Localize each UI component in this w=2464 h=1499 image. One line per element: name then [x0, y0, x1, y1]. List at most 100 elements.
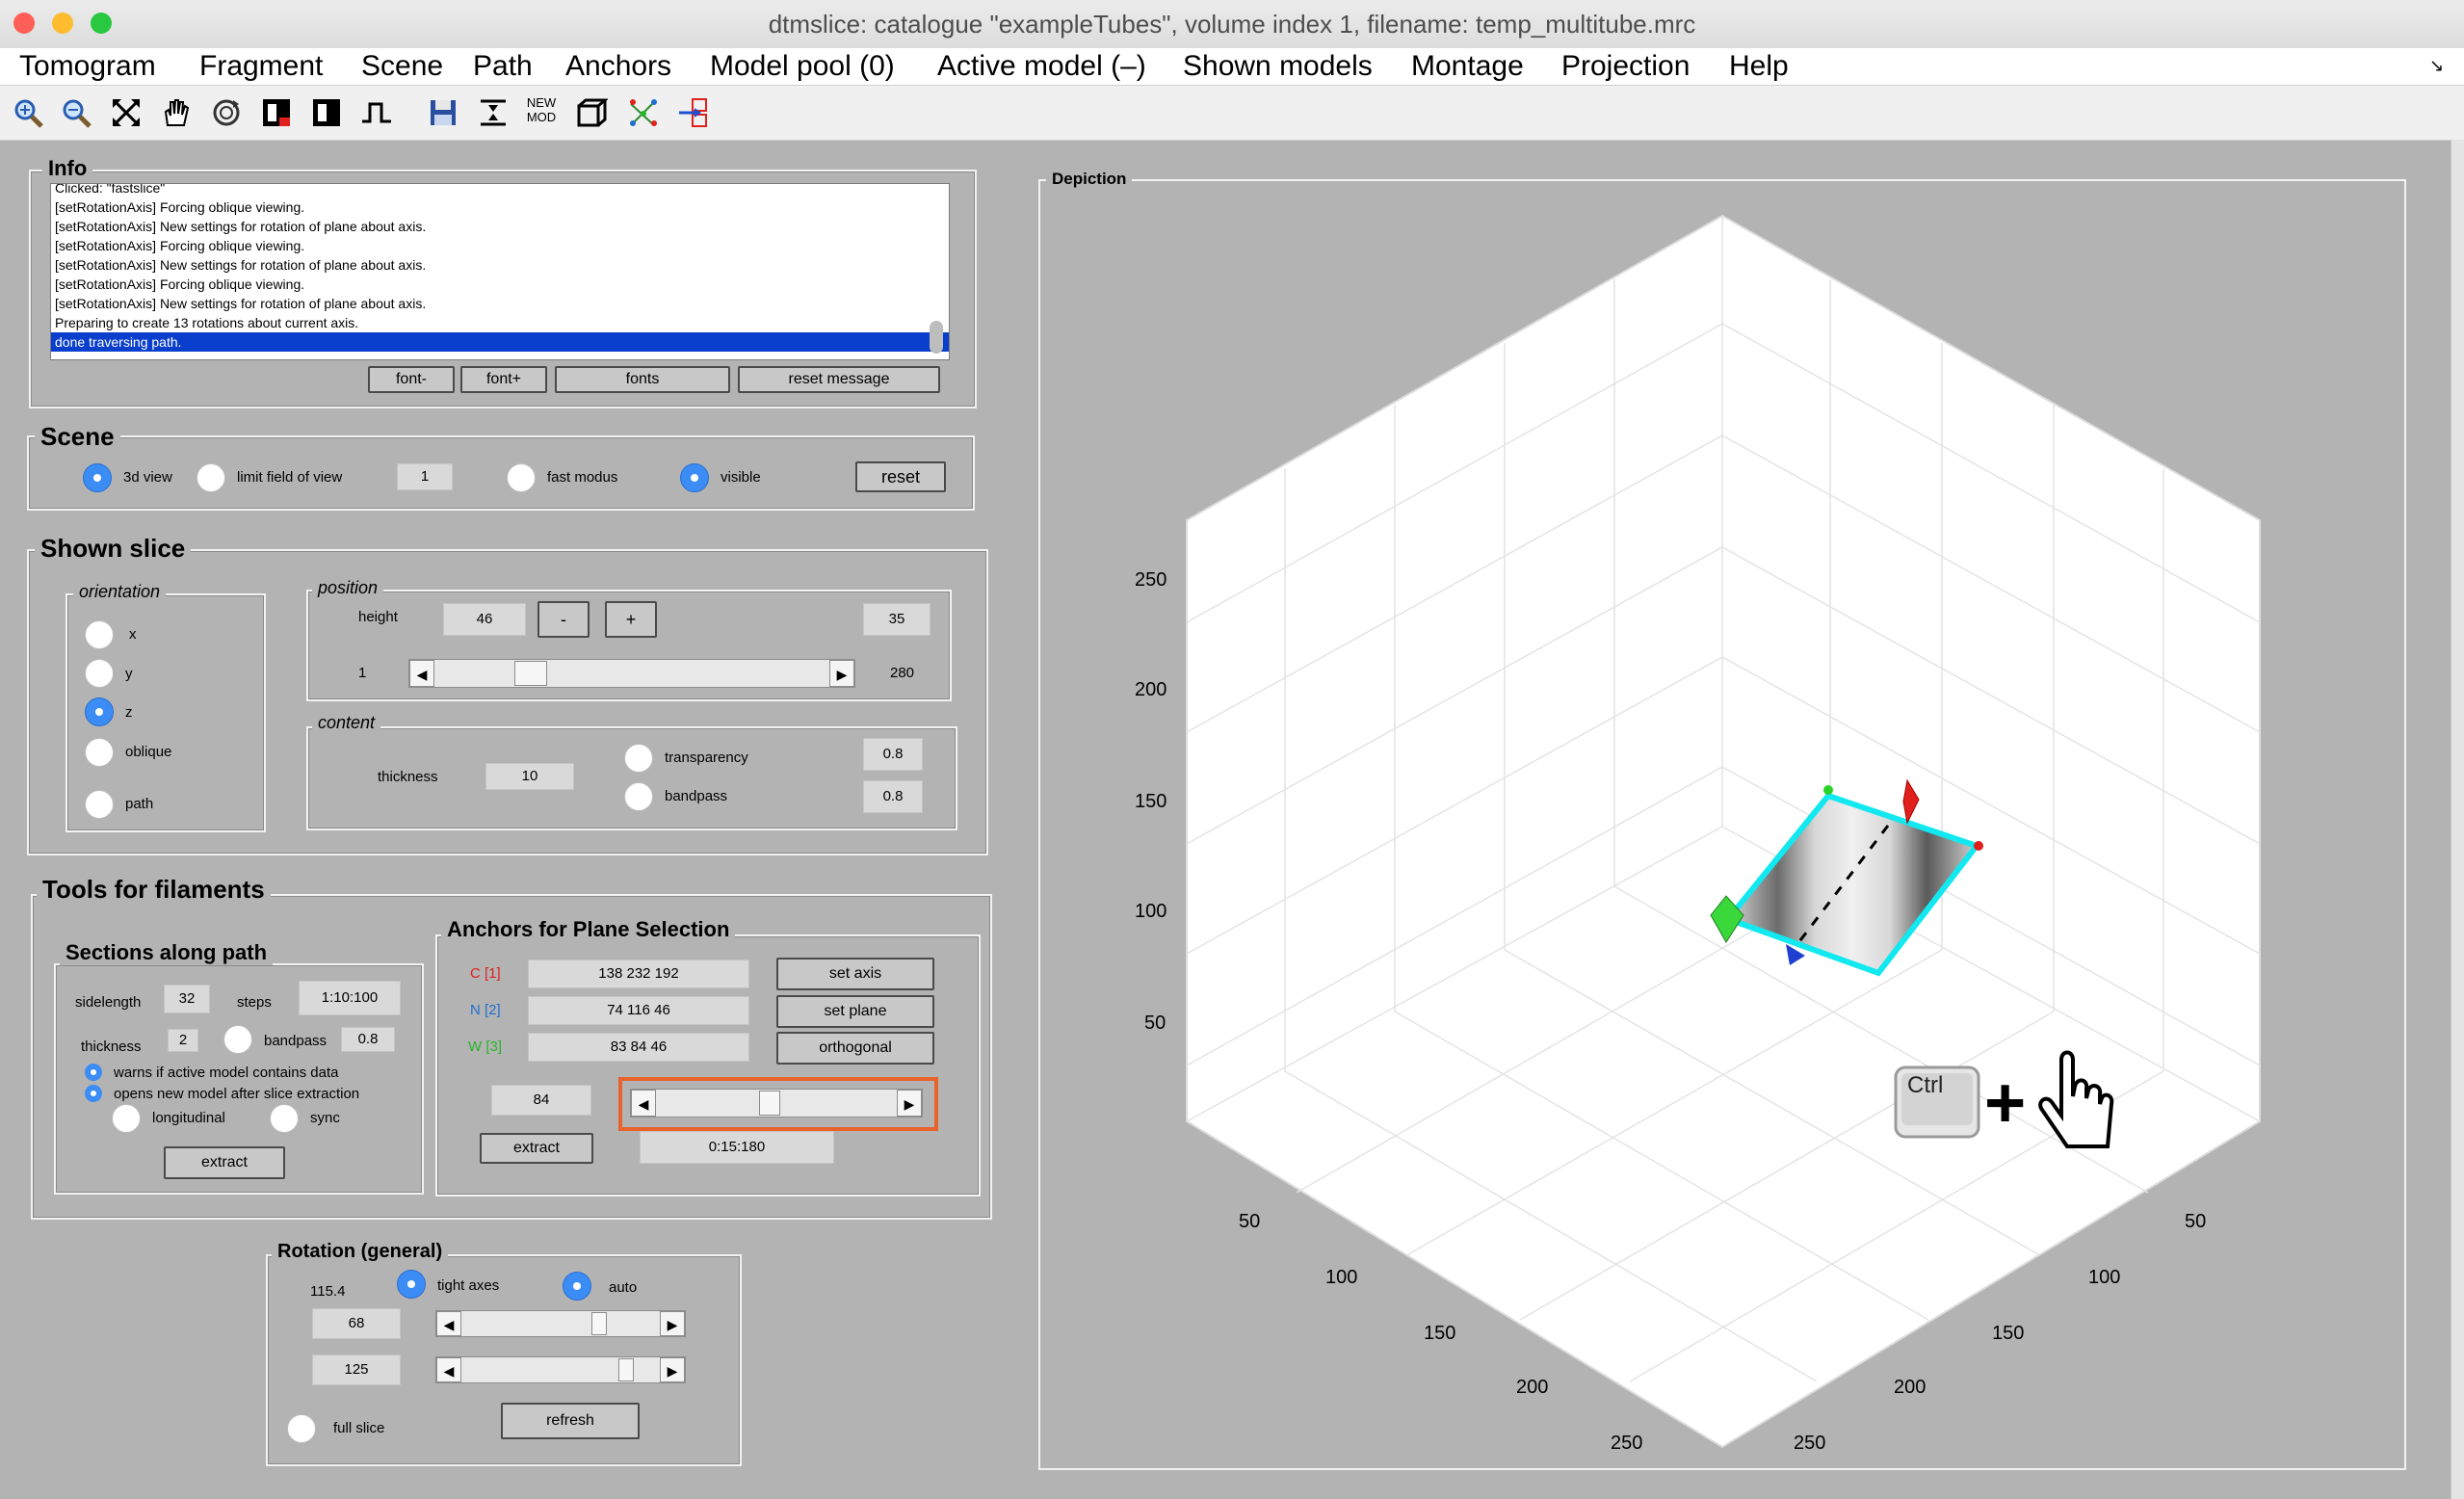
menu-path[interactable]: Path [473, 50, 533, 83]
fit-icon[interactable] [110, 96, 143, 129]
rotation-slider-1[interactable]: ◀ ▶ [435, 1310, 686, 1337]
scatter-icon[interactable] [627, 96, 660, 129]
sections-thickness-label: thickness [81, 1039, 142, 1055]
cube-icon[interactable] [575, 96, 610, 129]
x-tick-label: 50 [1239, 1211, 1260, 1232]
height-label: height [358, 609, 398, 625]
orientation-x-radio[interactable] [85, 620, 114, 649]
menu-projection[interactable]: Projection [1561, 50, 1690, 83]
rotation-slider-2[interactable]: ◀ ▶ [435, 1356, 686, 1383]
bandpass-radio[interactable] [624, 782, 653, 811]
orthogonal-button[interactable]: orthogonal [776, 1032, 934, 1065]
menu-help[interactable]: Help [1729, 50, 1789, 83]
range-input[interactable]: 0:15:180 [640, 1131, 834, 1164]
split-icon[interactable] [477, 96, 510, 129]
slider-thumb[interactable] [513, 661, 547, 686]
pulse-icon[interactable] [360, 96, 393, 129]
font-plus-button[interactable]: font+ [460, 366, 547, 393]
anchor-c-input[interactable]: 138 232 192 [528, 960, 749, 988]
contrast-icon[interactable] [310, 96, 343, 129]
menu-fragment[interactable]: Fragment [199, 50, 323, 83]
angle-input[interactable]: 84 [491, 1085, 591, 1116]
arrow-box-icon[interactable] [677, 96, 710, 129]
auto-radio[interactable] [563, 1272, 591, 1301]
transparency-radio[interactable] [624, 744, 653, 773]
tight-axes-radio[interactable] [397, 1270, 426, 1299]
orientation-z-radio[interactable] [85, 697, 114, 726]
slider-right-arrow[interactable]: ▶ [660, 1357, 685, 1382]
scene-reset-button[interactable]: reset [855, 461, 946, 492]
rotate-icon[interactable] [210, 96, 243, 129]
slider-right-arrow[interactable]: ▶ [829, 660, 854, 687]
contrast-red-icon[interactable] [260, 96, 293, 129]
rotation-value-2[interactable]: 125 [312, 1354, 401, 1385]
steps-input[interactable]: 1:10:100 [299, 981, 401, 1015]
window-scrollbar[interactable] [2451, 140, 2464, 1499]
zoom-out-icon[interactable] [60, 96, 92, 129]
anchor-w-input[interactable]: 83 84 46 [528, 1033, 749, 1062]
anchor-n-input[interactable]: 74 116 46 [528, 996, 749, 1025]
zoom-in-icon[interactable] [12, 96, 44, 129]
menu-active-model[interactable]: Active model (–) [937, 50, 1146, 83]
sync-radio[interactable] [270, 1104, 299, 1133]
view3d-radio[interactable] [83, 463, 112, 492]
fast-modus-radio[interactable] [507, 463, 536, 492]
visible-radio[interactable] [680, 463, 709, 492]
sidelength-input[interactable]: 32 [164, 985, 210, 1013]
pan-hand-icon[interactable] [160, 96, 193, 129]
opens-radio[interactable] [85, 1085, 102, 1102]
slider-left-arrow[interactable]: ◀ [436, 1357, 461, 1382]
limit-field-input[interactable]: 1 [397, 463, 453, 490]
sections-extract-button[interactable]: extract [164, 1146, 285, 1179]
orientation-y-radio[interactable] [85, 659, 114, 688]
refresh-button[interactable]: refresh [501, 1403, 640, 1439]
slider-left-arrow[interactable]: ◀ [436, 1311, 461, 1336]
sections-bandpass-input[interactable]: 0.8 [341, 1027, 395, 1052]
menu-model-pool[interactable]: Model pool (0) [710, 50, 895, 83]
longitudinal-radio[interactable] [112, 1104, 141, 1133]
menu-montage[interactable]: Montage [1411, 50, 1524, 83]
menu-scene[interactable]: Scene [361, 50, 443, 83]
set-axis-button[interactable]: set axis [776, 958, 934, 990]
anchors-extract-button[interactable]: extract [480, 1133, 593, 1164]
angle-slider[interactable]: ◀ ▶ [630, 1089, 923, 1118]
menu-tomogram[interactable]: Tomogram [19, 50, 156, 83]
info-log[interactable]: Clicked: "fastslice" [setRotationAxis] F… [50, 183, 950, 360]
ctrl-key-label: Ctrl [1907, 1072, 1943, 1098]
slider-left-arrow[interactable]: ◀ [409, 660, 434, 687]
reset-message-button[interactable]: reset message [738, 366, 940, 393]
slider-thumb[interactable] [590, 1312, 607, 1335]
sections-bandpass-radio[interactable] [223, 1025, 252, 1054]
orientation-oblique-radio[interactable] [85, 738, 114, 767]
menu-shown-models[interactable]: Shown models [1183, 50, 1373, 83]
height-input[interactable]: 46 [443, 603, 526, 636]
slider-thumb[interactable] [759, 1091, 781, 1116]
orientation-path-radio[interactable] [85, 790, 114, 819]
menu-overflow-icon[interactable]: ↘ [2429, 56, 2444, 76]
content-thickness-input[interactable]: 10 [485, 763, 574, 790]
slider-right-arrow[interactable]: ▶ [897, 1090, 922, 1117]
full-slice-radio[interactable] [287, 1414, 316, 1443]
new-mod-icon[interactable]: NEW MOD [525, 95, 558, 128]
menu-anchors[interactable]: Anchors [565, 50, 671, 83]
slider-thumb[interactable] [618, 1358, 635, 1381]
fonts-button[interactable]: fonts [555, 366, 730, 393]
slider-left-arrow[interactable]: ◀ [631, 1090, 656, 1117]
set-plane-button[interactable]: set plane [776, 995, 934, 1028]
limit-field-radio[interactable] [197, 463, 225, 492]
bandpass-input[interactable]: 0.8 [863, 780, 923, 813]
height-decrement-button[interactable]: - [537, 601, 590, 638]
warns-radio[interactable] [85, 1064, 102, 1081]
transparency-input[interactable]: 0.8 [863, 738, 923, 771]
z-tick-label: 200 [1135, 679, 1166, 700]
rotation-value-1[interactable]: 68 [312, 1308, 401, 1339]
save-icon[interactable] [427, 96, 459, 129]
depiction-canvas[interactable]: 250 200 150 100 50 50 100 150 200 250 50… [1040, 183, 2402, 1468]
height-increment-button[interactable]: + [605, 601, 657, 638]
log-scrollbar[interactable] [930, 321, 943, 354]
sections-thickness-input[interactable]: 2 [168, 1029, 198, 1052]
slider-right-arrow[interactable]: ▶ [660, 1311, 685, 1336]
log-line-selected[interactable]: done traversing path. [51, 332, 949, 352]
font-minus-button[interactable]: font- [368, 366, 455, 393]
position-slider[interactable]: ◀ ▶ [408, 659, 855, 688]
